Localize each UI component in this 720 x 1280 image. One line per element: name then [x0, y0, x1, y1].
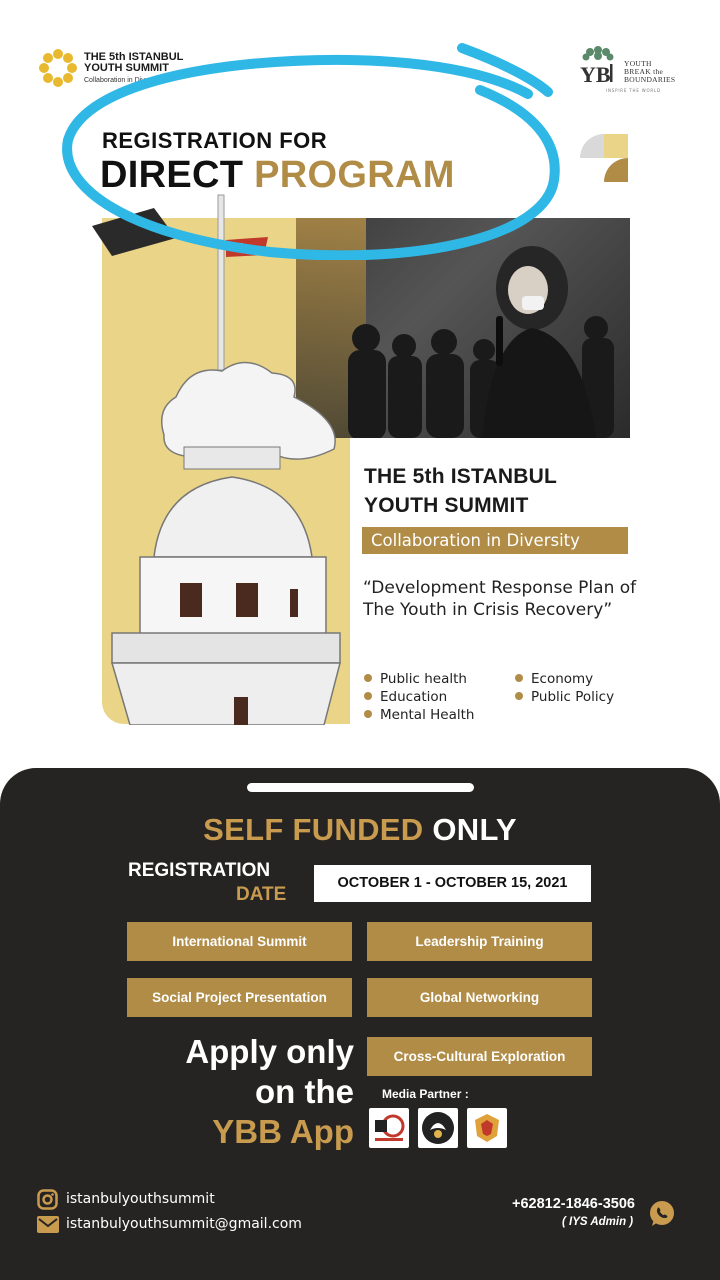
program-international-summit: International Summit — [127, 922, 352, 961]
summit-title-line1: THE 5th ISTANBUL — [364, 465, 557, 488]
summit-title-line2: YOUTH SUMMIT — [364, 494, 529, 517]
theme-badge: Collaboration in Diversity — [362, 527, 628, 554]
ybb-logo: YB YOUTH BREAK the BOUNDARIES INSPIRE TH… — [576, 46, 686, 94]
media-partner-logo-1 — [369, 1108, 409, 1148]
theme-quote: “Development Response Plan of The Youth … — [363, 578, 637, 620]
topic-public-health: Public health — [364, 671, 467, 687]
summit-logo-tagline: Collaboration in Diversity — [84, 77, 162, 84]
program-cross-cultural: Cross-Cultural Exploration — [367, 1037, 592, 1076]
drag-handle[interactable] — [247, 783, 474, 792]
topic-public-policy: Public Policy — [515, 689, 614, 705]
summit-title: THE 5th ISTANBUL YOUTH SUMMIT — [364, 462, 557, 520]
funding-self-funded: SELF FUNDED — [203, 812, 424, 847]
topic-mental-health: Mental Health — [364, 707, 474, 723]
program-global-networking: Global Networking — [367, 978, 592, 1017]
registration-label: REGISTRATION — [128, 860, 271, 881]
apply-callout: Apply only on the YBB App — [130, 1032, 354, 1152]
admin-label: ( IYS Admin ) — [562, 1216, 634, 1228]
phone-number[interactable]: +62812-1846-3506 — [512, 1196, 635, 1212]
registration-dates: OCTOBER 1 - OCTOBER 15, 2021 — [314, 865, 591, 902]
funding-only: ONLY — [432, 812, 517, 847]
topic-education: Education — [364, 689, 447, 705]
topic-economy: Economy — [515, 671, 593, 687]
ybb-tree-logo-icon: YB — [580, 46, 614, 86]
headline-line1: REGISTRATION FOR — [102, 128, 328, 153]
shield-partner-logo-icon — [475, 1114, 499, 1142]
flower-logo-icon — [39, 49, 77, 87]
geometric-decoration-icon — [580, 134, 628, 182]
media-partner-label: Media Partner : — [382, 1087, 469, 1101]
ybb-logo-tagline: INSPIRE THE WORLD — [606, 88, 661, 93]
funding-headline: SELF FUNDED ONLY — [0, 812, 720, 848]
ybb-mark-text: YB — [580, 62, 611, 86]
program-leadership-training: Leadership Training — [367, 922, 592, 961]
whatsapp-icon[interactable] — [648, 1200, 676, 1228]
date-label: DATE — [236, 884, 287, 905]
media-partner-logo-2 — [418, 1108, 458, 1148]
summit-logo: THE 5th ISTANBUL YOUTH SUMMIT Collaborat… — [38, 46, 208, 90]
program-social-project: Social Project Presentation — [127, 978, 352, 1017]
radio-partner-logo-icon — [375, 1114, 405, 1141]
apply-line3: YBB App — [212, 1113, 354, 1150]
eagle-partner-logo-icon — [422, 1112, 454, 1144]
instagram-handle[interactable]: istanbulyouthsummit — [66, 1191, 215, 1207]
maidens-tower-illustration — [111, 194, 341, 725]
apply-line1: Apply only — [185, 1033, 354, 1070]
email-address[interactable]: istanbulyouthsummit@gmail.com — [66, 1216, 302, 1232]
media-partner-logo-3 — [467, 1108, 507, 1148]
summit-logo-line2: YOUTH SUMMIT — [84, 62, 169, 74]
instagram-icon[interactable] — [37, 1189, 58, 1210]
mail-icon[interactable] — [37, 1216, 59, 1233]
apply-line2: on the — [255, 1073, 354, 1110]
ybb-logo-line3: BOUNDARIES — [624, 75, 676, 84]
